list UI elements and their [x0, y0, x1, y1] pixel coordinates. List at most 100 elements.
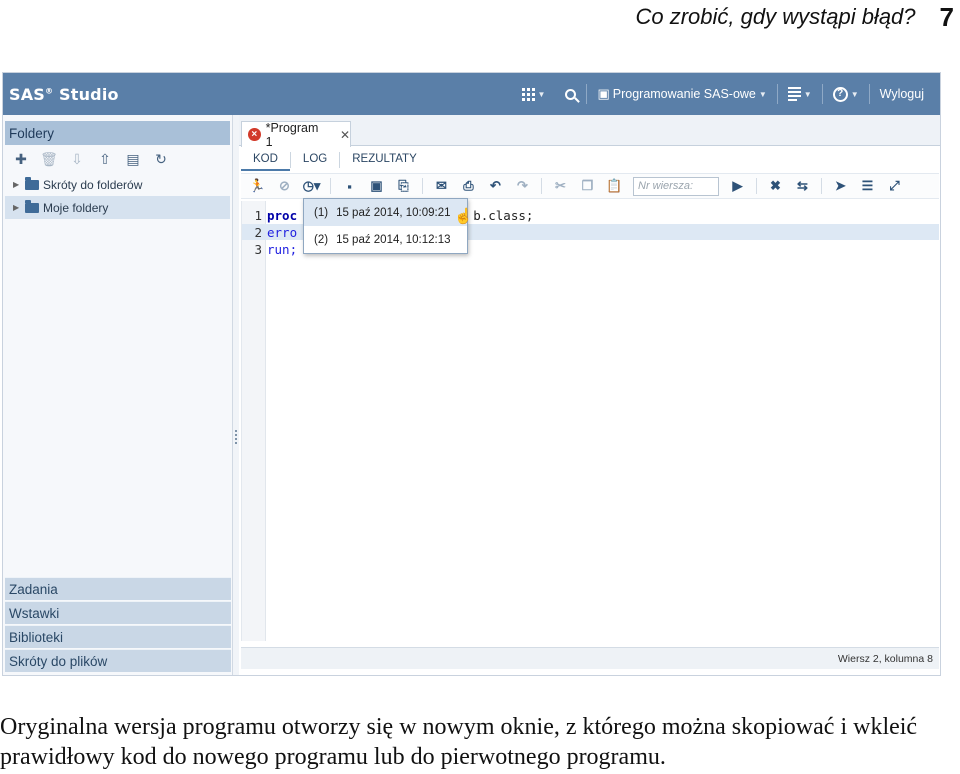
perspective-icon: ▣	[597, 86, 610, 101]
app-topbar: SAS® Studio ▼ ▣ Programowanie SAS-owe ▼ …	[3, 73, 940, 115]
tab-program-1[interactable]: × *Program 1 ✕	[241, 120, 351, 149]
perspective-menu[interactable]: ▣ Programowanie SAS-owe ▼	[587, 83, 776, 105]
help-icon: ?	[832, 86, 848, 102]
tab-log[interactable]: LOG	[291, 149, 339, 171]
error-icon: ×	[248, 128, 261, 141]
code-text: proc	[267, 207, 298, 223]
logout-link[interactable]: Wyloguj	[870, 83, 940, 105]
history-item[interactable]: (1) 15 paź 2014, 10:09:21	[304, 199, 467, 226]
section-libraries[interactable]: Biblioteki	[5, 625, 231, 648]
tab-results[interactable]: REZULTATY	[340, 149, 429, 171]
chevron-down-icon: ▼	[537, 89, 546, 99]
save-as-icon[interactable]: ▣	[368, 178, 385, 195]
splitter-grip-icon	[235, 430, 237, 446]
document-tabbar: × *Program 1 ✕	[239, 115, 940, 149]
sas-studio-window: SAS® Studio ▼ ▣ Programowanie SAS-owe ▼ …	[2, 72, 941, 676]
section-tasks[interactable]: Zadania	[5, 577, 231, 600]
history-timestamp: 15 paź 2014, 10:09:21	[336, 206, 451, 219]
main-menu-button[interactable]: ▼	[778, 83, 822, 105]
line-number: 2	[254, 224, 262, 240]
delete-icon[interactable]: 🗑	[40, 151, 58, 167]
tab-label: *Program 1	[265, 120, 319, 149]
close-icon[interactable]: ✕	[340, 128, 350, 142]
hamburger-menu-icon	[787, 87, 801, 101]
history-timestamp: 15 paź 2014, 10:12:13	[336, 233, 451, 246]
navigation-pane: Foldery ✚ 🗑 ⇩ ⇧ ▤ ↻ ▶ Skróty do folderów…	[3, 115, 233, 675]
document-header-title: Co zrobić, gdy wystąpi błąd?	[635, 4, 916, 29]
folders-section-header[interactable]: Foldery	[5, 121, 230, 145]
tree-item-label: Skróty do folderów	[43, 177, 143, 192]
page-number: 7	[939, 1, 954, 32]
expand-triangle-icon[interactable]: ▶	[13, 180, 21, 189]
perspective-label: Programowanie SAS-owe	[612, 87, 756, 101]
redo-icon[interactable]: ↷	[514, 178, 531, 195]
copy-icon[interactable]: ❐	[579, 178, 596, 195]
editor-subtabs: KOD LOG REZULTATY	[241, 149, 429, 171]
go-to-line-icon[interactable]: ▶	[729, 178, 746, 195]
export-icon[interactable]: ⎘	[395, 178, 412, 195]
cancel-icon[interactable]: ⊘	[276, 178, 293, 195]
save-icon[interactable]: ▪	[341, 178, 358, 195]
code-text: run;	[267, 241, 298, 257]
brand-suffix: Studio	[59, 84, 119, 104]
toolbar-divider	[821, 178, 822, 194]
run-icon[interactable]: 🏃	[249, 178, 266, 195]
tree-item-my-folders[interactable]: ▶ Moje foldery	[5, 196, 230, 219]
topbar-actions: ▼ ▣ Programowanie SAS-owe ▼ ▼ ? ▼ Wylogu…	[512, 73, 940, 115]
tree-item-label: Moje foldery	[43, 200, 109, 215]
user-folder-icon	[25, 199, 39, 213]
tab-code[interactable]: KOD	[241, 149, 290, 171]
help-button[interactable]: ? ▼	[823, 83, 869, 105]
maximize-icon[interactable]: ⤢	[886, 178, 903, 195]
folders-toolbar: ✚ 🗑 ⇩ ⇧ ▤ ↻	[3, 145, 232, 173]
app-brand: SAS® Studio	[9, 85, 119, 104]
document-header: Co zrobić, gdy wystąpi błąd? 7	[635, 1, 955, 32]
line-number: 1	[254, 207, 262, 223]
toolbar-divider	[756, 178, 757, 194]
line-number-gutter	[242, 201, 266, 641]
toolbar-divider	[541, 178, 542, 194]
line-number: 3	[254, 241, 262, 257]
apps-grid-icon	[521, 87, 535, 101]
history-index: (1)	[314, 206, 329, 219]
status-bar: Wiersz 2, kolumna 8	[241, 647, 939, 669]
chevron-down-icon: ▼	[803, 89, 812, 99]
submit-icon[interactable]: ➤	[832, 178, 849, 195]
download-icon[interactable]: ⇩	[69, 151, 85, 167]
apps-button[interactable]: ▼	[512, 83, 556, 105]
expand-triangle-icon[interactable]: ▶	[13, 203, 21, 212]
chevron-down-icon: ▼	[850, 89, 859, 99]
line-number-input[interactable]: Nr wiersza:	[633, 176, 719, 196]
undo-icon[interactable]: ↶	[487, 178, 504, 195]
toolbar-divider	[422, 178, 423, 194]
search-icon	[565, 88, 577, 100]
properties-icon[interactable]: ▤	[125, 151, 141, 167]
upload-icon[interactable]: ⇧	[97, 151, 113, 167]
format-icon[interactable]: ⇆	[794, 178, 811, 195]
brand-name: SAS	[9, 84, 46, 104]
code-editor[interactable]: 1 proc b.class; 2 erro 3 run;	[241, 201, 939, 641]
brand-reg-mark: ®	[45, 86, 54, 96]
figure-caption: Oryginalna wersja programu otworzy się w…	[0, 714, 918, 770]
search-button[interactable]	[555, 83, 586, 105]
chevron-down-icon: ▼	[758, 89, 767, 99]
section-file-shortcuts[interactable]: Skróty do plików	[5, 649, 231, 672]
history-icon[interactable]: ◷▾	[303, 178, 321, 195]
tree-item-folder-shortcuts[interactable]: ▶ Skróty do folderów	[3, 173, 232, 196]
refresh-icon[interactable]: ↻	[153, 151, 169, 167]
print-icon[interactable]: ⎙	[460, 178, 477, 195]
cut-icon[interactable]: ✂	[552, 178, 569, 195]
section-snippets[interactable]: Wstawki	[5, 601, 231, 624]
list-icon[interactable]: ☰	[859, 178, 876, 195]
folder-icon	[25, 176, 39, 190]
new-item-icon[interactable]: ✚	[13, 151, 29, 167]
history-item[interactable]: (2) 15 paź 2014, 10:12:13	[304, 226, 467, 253]
program-history-dropdown: (1) 15 paź 2014, 10:09:21 (2) 15 paź 201…	[303, 198, 473, 254]
code-text: erro	[267, 224, 298, 240]
history-index: (2)	[314, 233, 329, 246]
clear-icon[interactable]: ✖	[767, 178, 784, 195]
toolbar-divider	[330, 178, 331, 194]
paste-icon[interactable]: 📋	[606, 178, 623, 195]
email-icon[interactable]: ✉	[433, 178, 450, 195]
code-toolbar: 🏃 ⊘ ◷▾ ▪ ▣ ⎘ ✉ ⎙ ↶ ↷ ✂ ❐ 📋 Nr wiersza: ▶…	[241, 173, 939, 199]
